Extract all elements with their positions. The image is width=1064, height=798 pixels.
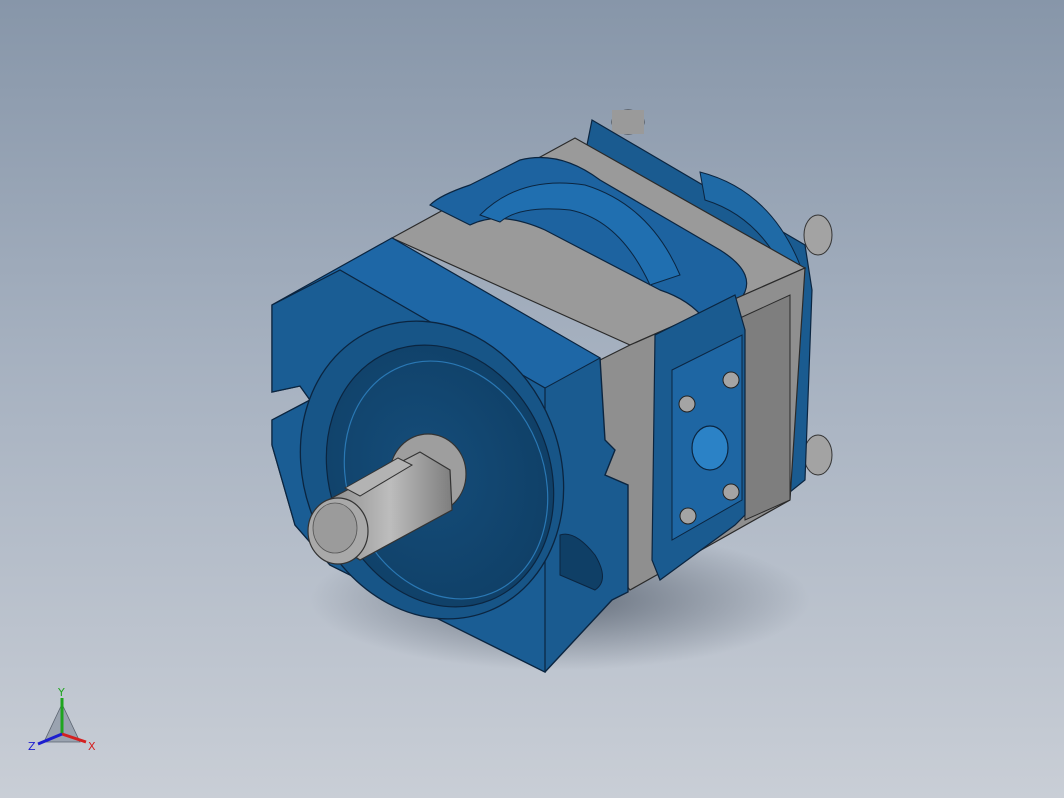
graphics-viewport[interactable]: Y X Z bbox=[0, 0, 1064, 798]
z-axis-label: Z bbox=[28, 740, 36, 753]
x-axis-label: X bbox=[88, 740, 96, 753]
port-opening bbox=[691, 425, 729, 471]
y-axis-label: Y bbox=[57, 686, 65, 699]
gear-pump-model[interactable] bbox=[0, 0, 1064, 798]
axis-triad[interactable]: Y X Z bbox=[24, 684, 104, 760]
